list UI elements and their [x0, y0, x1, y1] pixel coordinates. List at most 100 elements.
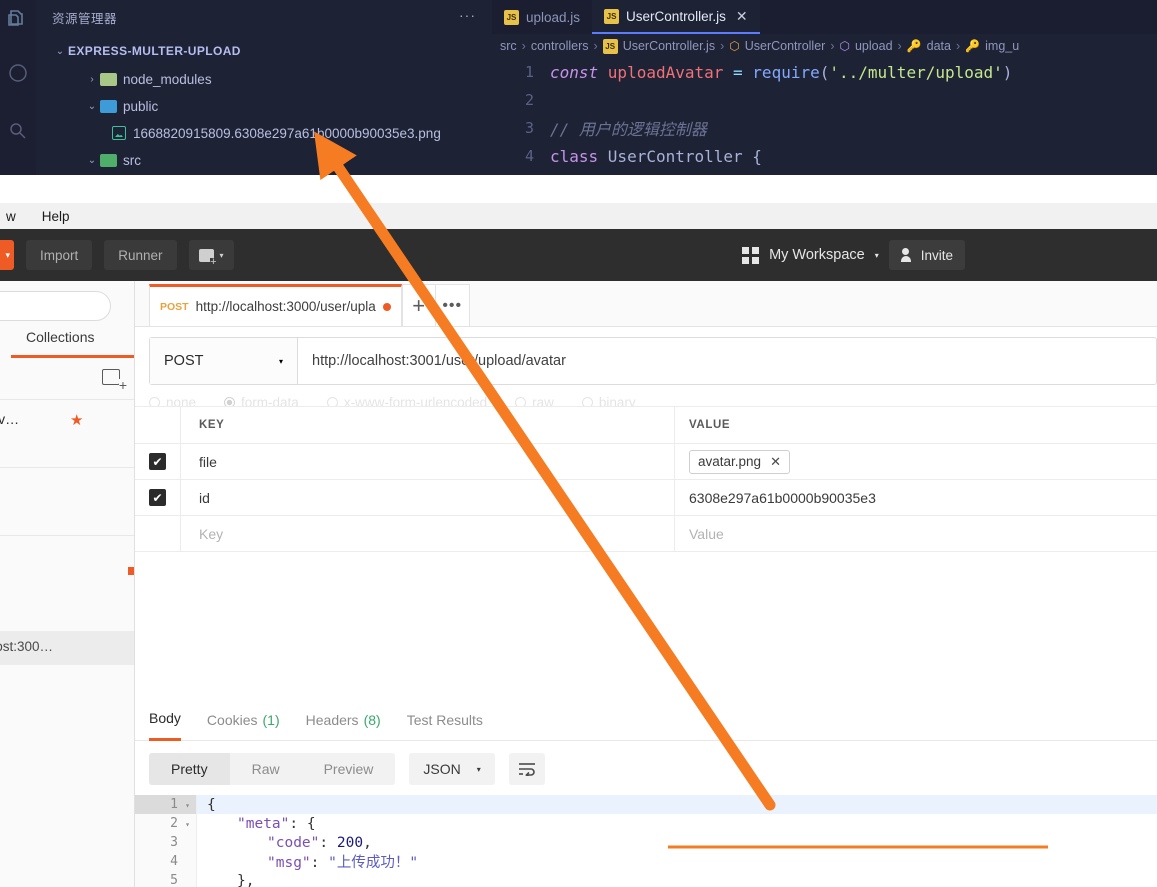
list-item[interactable]: 式 t — [0, 539, 134, 599]
explorer-icon[interactable] — [7, 8, 29, 30]
tab-body[interactable]: Body — [149, 699, 181, 741]
word-wrap-button[interactable] — [508, 753, 545, 785]
file-chip[interactable]: avatar.png ✕ — [689, 449, 790, 474]
chevron-down-icon[interactable]: ▾ — [875, 251, 879, 260]
chevron-down-icon[interactable]: ⌄ — [52, 46, 68, 57]
language-value: JSON — [423, 761, 461, 777]
chevron-down-icon[interactable]: ⌄ — [84, 155, 100, 166]
table-row[interactable]: ✔ file avatar.png ✕ — [135, 444, 1157, 480]
chevron-down-icon[interactable]: ⌄ — [84, 101, 100, 112]
tree-item-node-modules[interactable]: › node_modules — [36, 68, 492, 90]
fold-icon[interactable]: ▾ — [178, 796, 190, 815]
list-item[interactable]: pi_serv… ★ sts — [0, 403, 134, 463]
breadcrumb-item-class[interactable]: UserController — [745, 39, 826, 53]
response-body-json[interactable]: 1 ▾ { 2 ▾ "meta": { 3 "code": 200, 4 "msg"… — [135, 795, 1157, 887]
workspace-label[interactable]: My Workspace — [769, 247, 865, 263]
tree-item-label: public — [123, 98, 159, 114]
menu-item-view[interactable]: w — [2, 209, 20, 224]
format-raw[interactable]: Raw — [230, 753, 302, 785]
language-select[interactable]: JSON ▾ — [409, 753, 495, 785]
checkbox-checked[interactable]: ✔ — [149, 489, 166, 506]
code-text: const uploadAvatar = require('../multer/… — [550, 62, 1013, 82]
star-icon[interactable]: ★ — [70, 411, 83, 429]
chevron-down-icon: ▾ — [219, 250, 224, 260]
breadcrumb-item-file[interactable]: UserController.js — [623, 39, 715, 53]
editor-tab-upload-js[interactable]: JS upload.js — [492, 0, 592, 34]
format-segmented-control: Pretty Raw Preview — [149, 753, 396, 785]
remove-file-icon[interactable]: ✕ — [770, 454, 781, 470]
row-key-input[interactable]: Key — [181, 516, 675, 551]
row-value-input[interactable]: Value — [675, 516, 1157, 551]
editor-tab-usercontroller-js[interactable]: JS UserController.js ✕ — [592, 0, 760, 34]
list-item-history-selected[interactable]: localhost:300… — [0, 631, 134, 665]
checkbox-checked[interactable]: ✔ — [149, 453, 166, 470]
image-file-icon — [112, 126, 126, 140]
breadcrumb-item-controllers[interactable]: controllers — [531, 39, 589, 53]
row-checkbox-cell[interactable]: ✔ — [135, 444, 181, 479]
folder-open-icon — [100, 99, 117, 113]
close-icon[interactable]: ✕ — [736, 8, 748, 25]
import-button[interactable]: Import — [26, 240, 93, 270]
word-wrap-icon — [518, 763, 535, 776]
breadcrumb-item-data[interactable]: data — [927, 39, 951, 53]
tab-test-results[interactable]: Test Results — [407, 699, 483, 741]
explorer-root-folder[interactable]: ⌄ EXPRESS-MULTER-UPLOAD — [36, 40, 492, 62]
breadcrumb[interactable]: src › controllers › JS UserController.js… — [492, 34, 1157, 58]
breadcrumb-item-img-url[interactable]: img_u — [985, 39, 1019, 53]
tab-collections[interactable]: Collections — [26, 329, 94, 345]
format-pretty[interactable]: Pretty — [149, 753, 230, 785]
active-tab-indicator — [11, 355, 134, 358]
tab-cookies[interactable]: Cookies (1) — [207, 699, 280, 741]
select-all-cell[interactable] — [135, 407, 181, 443]
tree-item-uploaded-image[interactable]: 1668820915809.6308e297a61b0000b90035e3.p… — [36, 122, 492, 144]
source-control-icon[interactable] — [7, 62, 29, 84]
method-select[interactable]: POST ▾ — [150, 338, 298, 384]
search-icon[interactable] — [7, 120, 29, 142]
new-collection-icon[interactable] — [102, 369, 127, 391]
row-key-cell[interactable]: file — [181, 444, 675, 479]
class-symbol-icon: ⬡ — [729, 39, 740, 53]
row-key-cell[interactable]: id — [181, 480, 675, 515]
divider — [0, 535, 134, 536]
request-tab-bar: POST http://localhost:3000/user/upla + •… — [135, 281, 1157, 327]
list-item[interactable]: ns_v2 sts — [0, 471, 134, 531]
tab-options-button[interactable]: ••• — [435, 284, 470, 326]
menu-item-help[interactable]: Help — [38, 209, 74, 224]
breadcrumb-item-src[interactable]: src — [500, 39, 517, 53]
new-button[interactable]: ▾ — [0, 240, 14, 270]
invite-button[interactable]: Invite — [888, 240, 965, 270]
request-tab[interactable]: POST http://localhost:3000/user/upla — [149, 284, 402, 326]
row-value-cell[interactable]: 6308e297a61b0000b90035e3 — [675, 480, 1157, 515]
row-checkbox-cell[interactable]: ✔ — [135, 480, 181, 515]
grid-icon — [742, 246, 760, 264]
save-responses-button[interactable]: ▾ — [188, 240, 234, 270]
postman-menubar[interactable]: w Help — [0, 203, 1157, 229]
method-badge: POST — [160, 300, 189, 313]
search-input[interactable] — [0, 291, 111, 321]
column-header-key: KEY — [181, 407, 675, 443]
fold-icon[interactable]: ▾ — [178, 815, 190, 834]
row-checkbox-cell[interactable] — [135, 516, 181, 551]
url-input[interactable]: http://localhost:3001/user/upload/avatar — [298, 338, 1156, 384]
new-tab-button[interactable]: + — [401, 284, 436, 326]
editor-tab-bar: JS upload.js JS UserController.js ✕ — [492, 0, 1157, 34]
json-line: 1 ▾ { — [135, 795, 1157, 814]
tree-item-label: src — [123, 152, 141, 168]
runner-button[interactable]: Runner — [104, 240, 177, 270]
vscode-activity-bar[interactable] — [0, 0, 36, 175]
format-preview[interactable]: Preview — [302, 753, 396, 785]
row-value-cell[interactable]: avatar.png ✕ — [675, 444, 1157, 479]
breadcrumb-item-method[interactable]: upload — [855, 39, 893, 53]
chevron-down-icon: ▾ — [476, 764, 481, 774]
table-row[interactable]: ✔ id 6308e297a61b0000b90035e3 — [135, 480, 1157, 516]
explorer-more-actions-icon[interactable]: ··· — [459, 8, 476, 22]
chevron-right-icon[interactable]: › — [84, 74, 100, 85]
tree-item-public[interactable]: ⌄ public — [36, 95, 492, 117]
tab-headers[interactable]: Headers (8) — [306, 699, 381, 741]
code-editor-content[interactable]: 1 const uploadAvatar = require('../multe… — [492, 58, 1157, 175]
tab-label: Test Results — [406, 711, 483, 728]
tree-item-src[interactable]: ⌄ src — [36, 149, 492, 171]
table-row-empty[interactable]: Key Value — [135, 516, 1157, 552]
breadcrumb-separator-icon: › — [830, 39, 835, 53]
json-text: "meta": { — [237, 815, 316, 832]
